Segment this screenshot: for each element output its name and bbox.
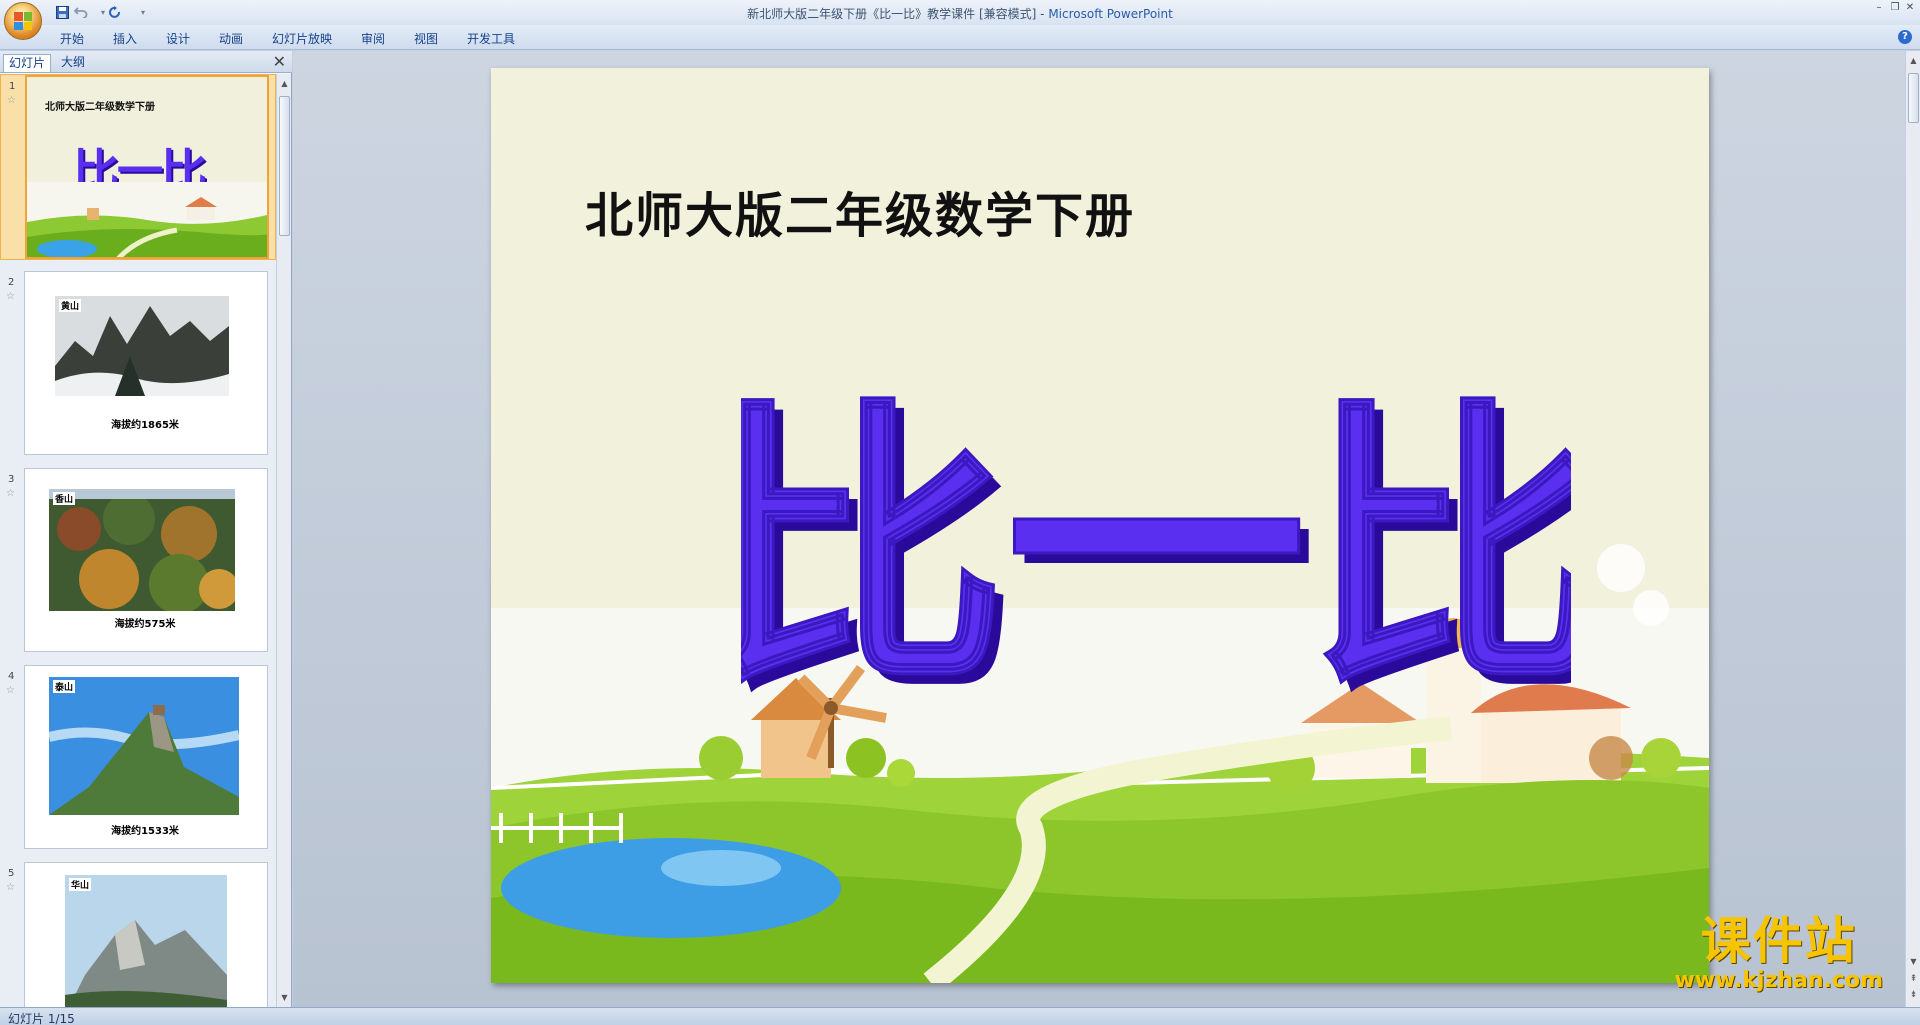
tab-design[interactable]: 设计 [166,30,190,47]
slide-thumbnail[interactable]: 黄山 海拔约1865米 [24,271,268,455]
thumb-caption: 海拔约1865米 [111,420,179,431]
huangshan-photo: 黄山 [55,296,229,396]
minimize-icon[interactable]: – [1872,2,1886,14]
slide-number: 4 [8,671,15,682]
slide-subtitle[interactable]: 北师大版二年级数学下册 [585,176,1135,246]
slide-indicator: 幻灯片 1/15 [8,1012,75,1025]
scroll-down-icon[interactable]: ▼ [279,992,290,1003]
slide-number: 5 [8,868,15,879]
scrollbar-thumb[interactable] [1908,73,1919,123]
scroll-up-icon[interactable]: ▲ [1908,55,1919,66]
transition-star-icon: ☆ [6,685,15,696]
slide-thumbnail-row[interactable]: 3 ☆ 香山 海拔约575米 [0,468,276,654]
close-icon[interactable]: ✕ [1903,2,1917,14]
tab-insert[interactable]: 插入 [113,30,137,47]
tab-developer[interactable]: 开发工具 [467,30,515,47]
pane-close-icon[interactable]: ✕ [273,53,286,71]
slides-pane: 幻灯片 大纲 ✕ 1 ☆ 北师大版二年级数学下册 比一比 2 ☆ 黄山 海拔约1… [0,51,292,1007]
slide-title: 比一比 [741,371,1571,718]
tab-view[interactable]: 视图 [414,30,438,47]
title-bar: ▾ ▾ 新北师大版二年级下册《比一比》教学课件 [兼容模式] - Microso… [0,0,1920,40]
slide-thumbnail-row[interactable]: 5 ☆ 华山 [0,862,276,1007]
tab-slides[interactable]: 幻灯片 [3,54,52,72]
slide-scrollbar[interactable]: ▲ ▼ ⇞ ⇟ [1905,51,1920,1007]
watermark-url: www.kjzhan.com [1674,968,1883,993]
tab-animations[interactable]: 动画 [219,30,243,47]
slide-thumbnail-row[interactable]: 2 ☆ 黄山 海拔约1865米 [0,271,276,457]
slide-number: 3 [8,474,15,485]
slide-editing-area: 北师大版二年级数学下册 比一比 比一比 课件站 www.kjzhan.com [293,51,1905,1007]
slide-thumbnail[interactable]: 泰山 海拔约1533米 [24,665,268,849]
photo-label: 泰山 [53,680,76,693]
next-slide-icon[interactable]: ⇟ [1908,990,1919,1001]
taishan-photo: 泰山 [49,677,239,815]
office-button-icon[interactable] [4,2,42,40]
window-title: 新北师大版二年级下册《比一比》教学课件 [兼容模式] - Microsoft P… [0,5,1920,22]
office-logo [14,12,32,30]
slide-thumbnail-row[interactable]: 4 ☆ 泰山 海拔约1533米 [0,665,276,851]
thumb-caption: 海拔约1533米 [111,826,179,837]
slide-thumbnail[interactable]: 香山 海拔约575米 [24,468,268,652]
transition-star-icon: ☆ [6,882,15,893]
transition-star-icon: ☆ [6,488,15,499]
pane-tab-bar: 幻灯片 大纲 ✕ [0,51,292,73]
tab-outline[interactable]: 大纲 [56,54,90,72]
huashan-photo: 华山 [65,875,227,1007]
document-name: 新北师大版二年级下册《比一比》教学课件 [兼容模式] [747,7,1037,21]
previous-slide-icon[interactable]: ⇞ [1908,974,1919,985]
transition-star-icon: ☆ [6,291,15,302]
current-slide[interactable]: 北师大版二年级数学下册 比一比 比一比 [491,68,1709,983]
tab-home[interactable]: 开始 [60,30,84,47]
slide-number: 1 [9,81,16,92]
transition-star-icon: ☆ [7,95,16,106]
application-name: Microsoft PowerPoint [1048,7,1173,21]
tab-slideshow[interactable]: 幻灯片放映 [272,30,332,47]
slide-thumbnail-row[interactable]: 1 ☆ 北师大版二年级数学下册 比一比 [0,74,276,260]
restore-icon[interactable]: ❐ [1888,2,1902,14]
slide-number: 2 [8,277,15,288]
scroll-down-icon[interactable]: ▼ [1908,956,1919,967]
xiangshan-photo: 香山 [49,489,235,611]
thumb-subtitle: 北师大版二年级数学下册 [45,102,155,113]
status-bar: 幻灯片 1/15 [0,1007,1920,1025]
tab-review[interactable]: 审阅 [361,30,385,47]
slide-title-wordart[interactable]: 比一比 比一比 [741,338,1571,719]
slide-thumbnail[interactable]: 华山 [24,862,268,1007]
slide-thumbnail[interactable]: 北师大版二年级数学下册 比一比 [25,75,269,259]
help-icon[interactable]: ? [1898,30,1912,44]
scroll-up-icon[interactable]: ▲ [279,78,290,89]
title-separator: - [1036,7,1049,21]
thumbnail-scrollbar[interactable]: ▲ ▼ [276,74,291,1007]
powerpoint-window: ▾ ▾ 新北师大版二年级下册《比一比》教学课件 [兼容模式] - Microso… [0,0,1920,1025]
ribbon-tab-bar: 开始 插入 设计 动画 幻灯片放映 审阅 视图 开发工具 [0,25,1920,50]
thumb-caption: 海拔约575米 [114,619,176,630]
photo-label: 黄山 [59,299,82,312]
watermark-logo: 课件站 www.kjzhan.com [1674,911,1883,994]
scrollbar-thumb[interactable] [279,96,290,236]
thumbnail-list: 1 ☆ 北师大版二年级数学下册 比一比 2 ☆ 黄山 海拔约1865米 3 ☆ … [0,74,276,1007]
photo-label: 香山 [53,492,76,505]
watermark-text: 课件站 [1700,911,1857,970]
thumb-landscape-image [27,182,267,257]
photo-label: 华山 [69,878,92,891]
